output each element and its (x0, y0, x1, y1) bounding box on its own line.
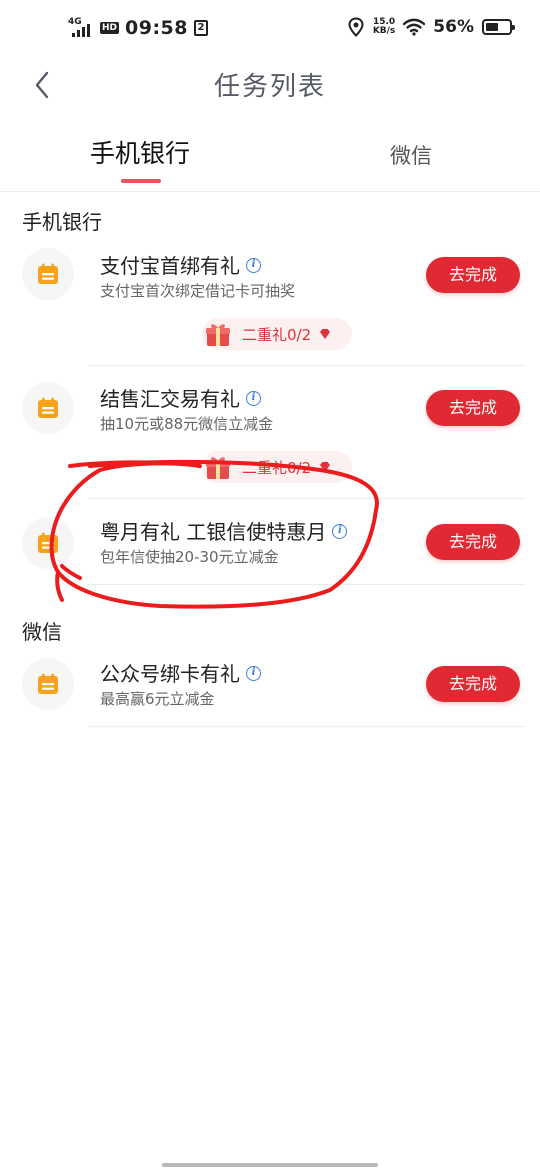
task-title-text: 结售汇交易有礼 (100, 387, 240, 411)
complete-button[interactable]: 去完成 (426, 524, 520, 560)
divider (88, 498, 526, 499)
task-title-text: 粤月有礼 工银信使特惠月 (100, 520, 327, 544)
task-title: 结售汇交易有礼 i (100, 383, 261, 412)
clock: 09:58 (125, 17, 188, 39)
task-icon (22, 517, 74, 569)
tab-active-indicator (121, 179, 161, 183)
task-icon (22, 658, 74, 710)
task-icon (22, 248, 74, 300)
info-icon[interactable]: i (246, 666, 261, 681)
task-desc: 最高赢6元立减金 (100, 690, 215, 708)
tab-wechat[interactable]: 微信 (390, 140, 432, 170)
task-desc: 包年信使抽20-30元立减金 (100, 548, 279, 566)
location-icon (348, 17, 364, 37)
reward-badge[interactable]: 二重礼0/2 (202, 318, 352, 350)
tab-mobile-banking[interactable]: 手机银行 (90, 134, 190, 170)
task-desc: 支付宝首次绑定借记卡可抽奖 (100, 282, 296, 300)
dropdown-diamond-icon (320, 329, 331, 339)
divider (88, 584, 526, 585)
tab-bar: 手机银行 微信 (0, 124, 540, 192)
reward-text: 二重礼0/2 (242, 325, 312, 344)
battery-percent: 56% (433, 17, 474, 37)
calendar-icon (38, 673, 58, 694)
reward-badge[interactable]: 二重礼0/2 (202, 451, 352, 483)
section-title-wechat: 微信 (22, 620, 62, 644)
task-icon (22, 382, 74, 434)
info-icon[interactable]: i (246, 391, 261, 406)
header: 任务列表 (0, 60, 540, 110)
calendar-icon (38, 263, 58, 284)
signal-icon: 4G (68, 17, 94, 39)
task-title-text: 支付宝首绑有礼 (100, 254, 240, 278)
page-title: 任务列表 (213, 72, 326, 102)
gift-icon (206, 457, 230, 479)
divider (88, 365, 526, 366)
home-indicator[interactable] (162, 1163, 378, 1167)
sim-icon: 2 (194, 20, 208, 36)
task-title: 支付宝首绑有礼 i (100, 250, 261, 279)
dropdown-diamond-icon (320, 462, 331, 472)
speed-unit: KB/s (372, 26, 396, 36)
calendar-icon (38, 397, 58, 418)
battery-icon (482, 19, 515, 35)
info-icon[interactable]: i (332, 524, 348, 539)
task-desc: 抽10元或88元微信立减金 (100, 415, 274, 433)
task-title: 粤月有礼 工银信使特惠月 i (100, 516, 348, 545)
status-bar: 4G HD 09:58 2 15.0 KB/s 56% (0, 0, 540, 60)
divider (88, 726, 526, 727)
complete-button[interactable]: 去完成 (426, 666, 520, 702)
complete-button[interactable]: 去完成 (426, 390, 520, 426)
reward-text: 二重礼0/2 (242, 458, 312, 477)
gift-icon (206, 324, 230, 346)
section-title-mobile-banking: 手机银行 (22, 210, 102, 234)
calendar-icon (38, 532, 58, 553)
network-speed: 15.0 KB/s (373, 18, 395, 36)
wifi-icon (403, 18, 426, 36)
hd-badge: HD (100, 22, 120, 34)
task-title-text: 公众号绑卡有礼 (100, 662, 240, 686)
info-icon[interactable]: i (246, 258, 261, 273)
complete-button[interactable]: 去完成 (426, 257, 520, 293)
task-title: 公众号绑卡有礼 i (100, 658, 261, 687)
